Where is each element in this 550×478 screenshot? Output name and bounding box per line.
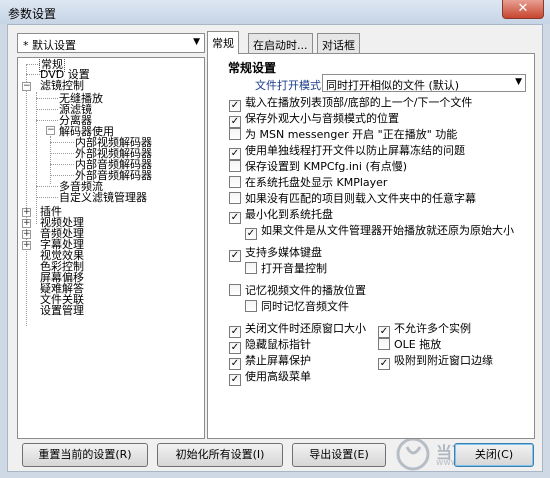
- option-restore-original-size[interactable]: ✓ 如果文件是从文件管理器开始播放就还原为原始大小: [245, 224, 514, 240]
- option-volume-control[interactable]: 打开音量控制: [245, 262, 327, 276]
- option-show-tray[interactable]: 在系统托盘处显示 KMPlayer: [229, 176, 387, 190]
- title-bar: 参数设置 ✕: [0, 0, 550, 24]
- option-restore-window-size[interactable]: ✓ 关闭文件时还原窗口大小: [229, 322, 366, 338]
- tree-branch: [36, 186, 58, 187]
- option-msn-now-playing[interactable]: 为 MSN messenger 开启 "正在播放" 功能: [229, 128, 457, 142]
- chevron-down-icon: ▼: [193, 37, 200, 47]
- checkbox[interactable]: [378, 338, 390, 350]
- option-disable-screensaver[interactable]: ✓ 禁止屏幕保护: [229, 354, 311, 370]
- tree-branch: [50, 164, 74, 165]
- tab-general[interactable]: 常规: [207, 31, 239, 54]
- tree-line: [50, 136, 51, 184]
- checkbox[interactable]: ✓: [378, 326, 390, 338]
- tree-branch: [26, 74, 40, 75]
- open-mode-dropdown[interactable]: 同时打开相似的文件 (默认) ▼: [322, 74, 526, 92]
- tree-branch: [26, 64, 40, 65]
- option-load-prev-next[interactable]: ✓ 载入在播放列表顶部/底部的上一个/下一个文件: [229, 96, 472, 112]
- collapse-icon[interactable]: −: [46, 126, 55, 135]
- option-multimedia-keyboard[interactable]: ✓ 支持多媒体键盘: [229, 246, 322, 262]
- checkbox[interactable]: ✓: [229, 342, 241, 354]
- chevron-down-icon: ▼: [515, 77, 522, 87]
- option-remember-video-position[interactable]: 记忆视频文件的播放位置: [229, 284, 366, 298]
- tree-branch: [36, 197, 58, 198]
- section-title: 常规设置: [228, 61, 277, 75]
- watermark-logo-icon: [396, 437, 430, 471]
- dialog-client-area: * 默认设置 ▼ − − + + + + 常规 DVD 设置 滤镜控制 无缝播放…: [7, 24, 543, 472]
- close-button[interactable]: 关闭(C): [454, 443, 534, 467]
- option-load-any-subtitle[interactable]: 如果没有匹配的项目则载入文件夹中的任意字幕: [229, 192, 476, 206]
- tree-branch: [50, 153, 74, 154]
- reset-current-button[interactable]: 重置当前的设置(R): [22, 443, 148, 467]
- checkbox[interactable]: [229, 160, 241, 172]
- general-settings-panel: 常规设置 文件打开模式: 同时打开相似的文件 (默认) ▼ ✓ 载入在播放列表顶部…: [207, 53, 535, 439]
- option-single-instance[interactable]: ✓ 不允许多个实例: [378, 322, 471, 338]
- tree-line: [36, 92, 37, 224]
- expand-icon[interactable]: +: [22, 219, 31, 228]
- checkbox[interactable]: ✓: [229, 100, 241, 112]
- init-all-button[interactable]: 初始化所有设置(I): [157, 443, 283, 467]
- tab-dialogs[interactable]: 对话框: [317, 33, 360, 53]
- open-mode-label: 文件打开模式:: [255, 79, 325, 92]
- expand-icon[interactable]: +: [22, 208, 31, 217]
- tree-item-filter-control[interactable]: 滤镜控制: [40, 79, 84, 92]
- option-remember-audio[interactable]: 同时记忆音频文件: [245, 300, 349, 314]
- settings-tree[interactable]: − − + + + + 常规 DVD 设置 滤镜控制 无缝播放 源滤镜 分离器 …: [17, 57, 205, 439]
- preset-dropdown[interactable]: * 默认设置 ▼: [17, 33, 205, 53]
- tree-line: [26, 64, 27, 326]
- checkbox[interactable]: [229, 128, 241, 140]
- option-hide-mouse[interactable]: ✓ 隐藏鼠标指针: [229, 338, 311, 354]
- checkbox[interactable]: [229, 284, 241, 296]
- checkbox[interactable]: [245, 300, 257, 312]
- option-minimize-to-tray[interactable]: ✓ 最小化到系统托盘: [229, 208, 333, 224]
- preset-value: * 默认设置: [23, 39, 76, 52]
- option-advanced-menu[interactable]: ✓ 使用高级菜单: [229, 370, 311, 386]
- checkbox[interactable]: ✓: [229, 326, 241, 338]
- checkbox[interactable]: ✓: [229, 374, 241, 386]
- option-separate-thread[interactable]: ✓ 使用单独线程打开文件以防止屏幕冻结的问题: [229, 144, 465, 160]
- tab-on-startup[interactable]: 在启动时...: [248, 33, 313, 53]
- checkbox[interactable]: ✓: [229, 358, 241, 370]
- option-save-size-position[interactable]: ✓ 保存外观大小与音频模式的位置: [229, 112, 399, 128]
- window-title: 参数设置: [8, 7, 57, 21]
- option-snap-edges[interactable]: ✓ 吸附到附近窗口边缘: [378, 354, 493, 370]
- checkbox[interactable]: ✓: [229, 250, 241, 262]
- option-ole-drag-drop[interactable]: OLE 拖放: [378, 338, 441, 352]
- tree-branch: [36, 98, 58, 99]
- checkbox[interactable]: [229, 176, 241, 188]
- checkbox[interactable]: ✓: [229, 148, 241, 160]
- tree-item-custom-filter-manager[interactable]: 自定义滤镜管理器: [59, 191, 147, 204]
- checkbox[interactable]: [245, 262, 257, 274]
- open-mode-value: 同时打开相似的文件 (默认): [326, 79, 460, 92]
- checkbox[interactable]: ✓: [229, 212, 241, 224]
- checkbox[interactable]: [229, 192, 241, 204]
- tree-branch: [50, 142, 74, 143]
- export-settings-button[interactable]: 导出设置(E): [292, 443, 386, 467]
- tree-branch: [36, 109, 58, 110]
- checkbox[interactable]: ✓: [229, 116, 241, 128]
- checkbox[interactable]: ✓: [378, 358, 390, 370]
- tree-branch: [50, 175, 74, 176]
- window-close-button[interactable]: ✕: [502, 0, 544, 19]
- collapse-icon[interactable]: −: [22, 82, 31, 91]
- expand-icon[interactable]: +: [22, 241, 31, 250]
- tree-item-settings-management[interactable]: 设置管理: [40, 304, 84, 317]
- tree-branch: [36, 120, 58, 121]
- option-save-to-ini[interactable]: 保存设置到 KMPCfg.ini (有点慢): [229, 160, 407, 174]
- checkbox[interactable]: ✓: [245, 228, 257, 240]
- expand-icon[interactable]: +: [22, 230, 31, 239]
